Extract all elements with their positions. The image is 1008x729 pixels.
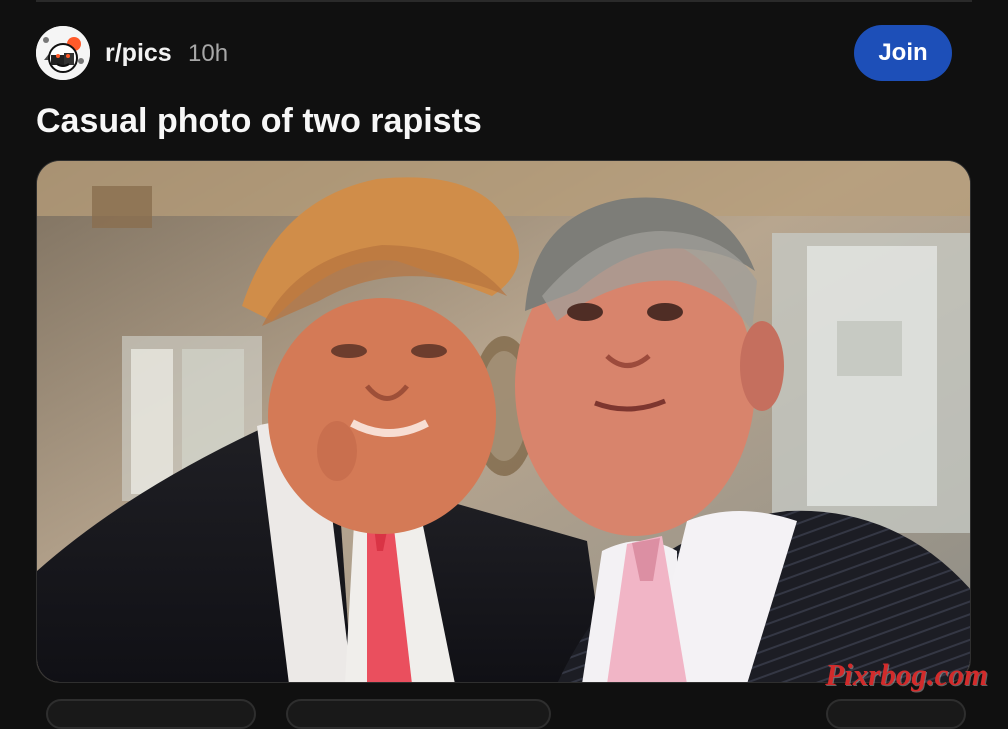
- reddit-snoo-avatar-icon: [36, 26, 90, 80]
- post-time: 10h: [188, 40, 229, 67]
- post-title[interactable]: Casual photo of two rapists: [36, 101, 482, 141]
- vote-action-pill[interactable]: [46, 699, 256, 729]
- post-header: r/pics 10h Join: [36, 24, 952, 82]
- subreddit-avatar-icon[interactable]: [36, 26, 90, 80]
- subreddit-name-link[interactable]: r/pics: [105, 39, 172, 68]
- top-divider: [36, 0, 972, 2]
- join-button[interactable]: Join: [854, 25, 952, 81]
- image-watermark: Pixrbog.com: [825, 657, 988, 692]
- share-action-pill[interactable]: [826, 699, 966, 729]
- comment-action-pill[interactable]: [286, 699, 551, 729]
- photo-two-men-illustration: [37, 161, 970, 682]
- post-action-bar: [36, 699, 972, 729]
- post-image[interactable]: [36, 160, 971, 683]
